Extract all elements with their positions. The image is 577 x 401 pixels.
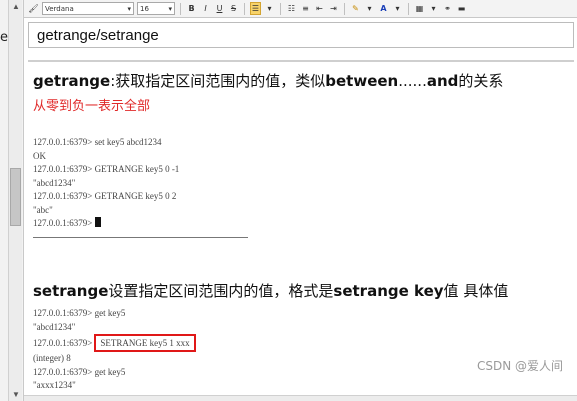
terminal-prompt: 127.0.0.1:6379> <box>33 218 93 228</box>
highlight-color-icon[interactable]: ✎ <box>350 2 361 15</box>
font-size-value: 16 <box>140 4 149 13</box>
terminal-line: "abcd1234" <box>33 177 76 188</box>
chevron-down-icon[interactable]: ▾ <box>428 2 439 15</box>
font-color-icon[interactable]: A <box>378 2 389 15</box>
scroll-up-icon[interactable]: ▲ <box>11 2 21 11</box>
chevron-down-icon[interactable]: ▾ <box>264 2 275 15</box>
between-keyword: between <box>325 72 399 90</box>
table-icon[interactable]: ▦ <box>414 2 425 15</box>
bottom-scrollbar[interactable] <box>24 395 577 401</box>
note-title-field[interactable]: getrange/setrange <box>28 22 574 48</box>
setrange-heading: setrange设置指定区间范围内的值，格式是setrange key值 具体值 <box>33 280 508 301</box>
terminal-line: 127.0.0.1:6379> GETRANGE key5 0 2 <box>33 191 177 201</box>
font-family-select[interactable]: Verdana ▾ <box>42 2 134 15</box>
note-title: getrange/setrange <box>37 27 159 44</box>
terminal-line: 127.0.0.1:6379> get key5 <box>33 366 126 377</box>
setrange-terminal-output: 127.0.0.1:6379> get key5 "abcd1234" 127.… <box>33 307 196 393</box>
terminal-line: (integer) 8 <box>33 353 71 363</box>
terminal-prompt-line: 127.0.0.1:6379> <box>33 217 179 231</box>
horizontal-rule-icon[interactable]: ▬ <box>456 2 467 15</box>
getrange-heading: getrange:获取指定区间范围内的值，类似between......and的… <box>33 70 503 91</box>
terminal-line: 127.0.0.1:6379> SETRANGE key5 1 xxx <box>33 334 196 352</box>
terminal-line: "abcd1234" <box>33 321 76 332</box>
chevron-down-icon: ▾ <box>168 4 172 13</box>
terminal-prompt: 127.0.0.1:6379> <box>33 338 93 348</box>
terminal-line: 127.0.0.1:6379> GETRANGE key5 0 -1 <box>33 164 180 174</box>
left-scrollbar[interactable]: ▲ ▼ <box>8 0 22 401</box>
bold-button[interactable]: B <box>186 2 197 15</box>
and-keyword: and <box>426 72 459 90</box>
setrange-desc-prefix: 设置指定区间范围内的值，格式是 <box>108 282 334 300</box>
terminal-line: OK <box>33 150 46 161</box>
getrange-desc-prefix: :获取指定区间范围内的值，类似 <box>110 72 326 90</box>
chevron-down-icon[interactable]: ▾ <box>392 2 403 15</box>
setrange-keyword: setrange <box>33 282 109 300</box>
font-family-value: Verdana <box>45 4 74 13</box>
highlighted-command: SETRANGE key5 1 xxx <box>94 334 196 352</box>
chevron-down-icon: ▾ <box>127 4 131 13</box>
terminal-line: 127.0.0.1:6379> get key5 <box>33 308 126 318</box>
watermark: CSDN @爱人间 <box>476 359 563 373</box>
scroll-down-icon[interactable]: ▼ <box>11 390 21 399</box>
underline-button[interactable]: U <box>214 2 225 15</box>
terminal-line: "axxx1234" <box>33 380 76 390</box>
terminal-line: 127.0.0.1:6379> set key5 abcd1234 <box>33 137 162 147</box>
bullet-list-icon[interactable]: ☷ <box>286 2 297 15</box>
font-size-select[interactable]: 16 ▾ <box>137 2 175 15</box>
toolbar-divider <box>408 2 409 15</box>
getrange-note: 从零到负一表示全部 <box>33 99 151 114</box>
clear-format-icon[interactable]: 🖌 <box>28 2 39 15</box>
toolbar-divider <box>280 2 281 15</box>
terminal-cursor <box>95 217 102 227</box>
italic-button[interactable]: I <box>200 2 211 15</box>
terminal-line: "abc" <box>33 204 53 215</box>
getrange-desc-middle: ...... <box>398 72 427 90</box>
getrange-desc-suffix: 的关系 <box>458 72 504 90</box>
indent-icon[interactable]: ⇥ <box>328 2 339 15</box>
left-scrollbar-thumb[interactable] <box>10 168 21 226</box>
title-divider <box>28 60 574 62</box>
getrange-terminal-output: 127.0.0.1:6379> set key5 abcd1234 OK 127… <box>33 136 179 231</box>
align-left-button[interactable]: ☰ <box>250 2 261 15</box>
link-icon[interactable]: ⚭ <box>442 2 453 15</box>
outdent-icon[interactable]: ⇤ <box>314 2 325 15</box>
toolbar-divider <box>180 2 181 15</box>
toolbar-divider <box>244 2 245 15</box>
chevron-down-icon[interactable]: ▾ <box>364 2 375 15</box>
setrange-desc-suffix: 值 具体值 <box>443 282 509 300</box>
terminal-underline <box>33 237 248 238</box>
getrange-keyword: getrange <box>33 72 111 90</box>
numbered-list-icon[interactable]: ≡ <box>300 2 311 15</box>
setrange-syntax-keyword: setrange key <box>333 282 444 300</box>
formatting-toolbar: 🖌 Verdana ▾ 16 ▾ B I U S ☰ ▾ ☷ ≡ ⇤ ⇥ ✎ ▾… <box>24 0 577 18</box>
strikethrough-button[interactable]: S <box>228 2 239 15</box>
note-editor[interactable]: getrange/setrange getrange:获取指定区间范围内的值，类… <box>25 18 577 401</box>
toolbar-divider <box>344 2 345 15</box>
